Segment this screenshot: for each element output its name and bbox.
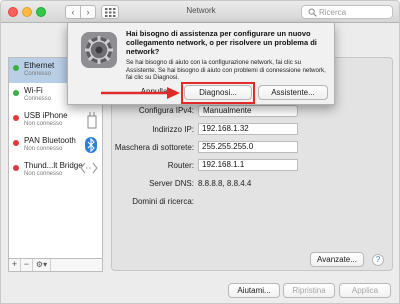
router-label: Router: (167, 161, 194, 170)
toolbar: ‹ › Network Ricerca (1, 1, 399, 23)
chevron-left-icon: ‹ (71, 7, 75, 17)
service-name: PAN Bluetooth (24, 136, 76, 145)
service-status: Non connesso (24, 171, 63, 177)
router-field[interactable]: 192.168.1.1 (198, 159, 298, 171)
dialog-message: Se hai bisogno di aiuto con la configura… (126, 59, 326, 82)
dns-server-label: Server DNS: (149, 179, 194, 188)
assist-me-button[interactable]: Aiutami... (228, 283, 280, 298)
status-dot (13, 140, 19, 146)
status-dot (13, 165, 19, 171)
status-dot (13, 115, 19, 121)
assistant-button[interactable]: Assistente... (258, 85, 328, 100)
chevron-right-icon: › (86, 7, 90, 17)
service-status: Non connesso (24, 121, 63, 127)
diagnose-highlight-box (181, 82, 255, 104)
forward-button[interactable]: › (80, 5, 96, 19)
service-item-usb-iphone[interactable]: USB iPhone Non connesso (9, 108, 102, 133)
service-name: USB iPhone (24, 111, 68, 120)
service-name: Thund...lt Bridge (24, 161, 83, 170)
configure-ipv4-label: Configura IPv4: (138, 106, 194, 115)
action-menu-button[interactable]: ⚙▾ (33, 259, 51, 271)
search-icon (308, 8, 317, 17)
ip-address-field[interactable]: 192.168.1.32 (198, 123, 298, 135)
revert-button[interactable]: Ripristina (283, 283, 335, 298)
service-name: Ethernet (24, 61, 55, 70)
service-status: Connesso (24, 96, 52, 102)
network-preferences-window: ‹ › Network Ricerca Ethernet Connesso Wi… (0, 0, 400, 304)
status-dot (13, 90, 19, 96)
advanced-button[interactable]: Avanzate... (310, 252, 364, 267)
back-button[interactable]: ‹ (65, 5, 81, 19)
bridge-icon (80, 162, 98, 174)
service-name: Wi-Fi (24, 86, 43, 95)
service-status: Non connesso (24, 146, 63, 152)
minimize-window-button[interactable] (22, 7, 32, 17)
close-window-button[interactable] (8, 7, 18, 17)
annotation-arrow-icon (101, 87, 180, 99)
service-list-toolbar: + − ⚙▾ (8, 259, 103, 272)
subnet-mask-field[interactable]: 255.255.255.0 (198, 141, 298, 153)
service-status: Connesso (24, 71, 52, 77)
zoom-window-button[interactable] (36, 7, 46, 17)
help-button[interactable]: ? (372, 254, 384, 266)
service-item-thunderbolt-bridge[interactable]: Thund...lt Bridge Non connesso (9, 158, 102, 183)
bluetooth-icon (85, 137, 97, 153)
search-domains-label: Domini di ricerca: (132, 197, 194, 206)
service-item-pan-bluetooth[interactable]: PAN Bluetooth Non connesso (9, 133, 102, 158)
status-dot (13, 65, 19, 71)
add-service-button[interactable]: + (9, 259, 21, 271)
show-all-button[interactable] (101, 5, 119, 19)
window-title: Network (186, 6, 216, 15)
phone-icon (87, 112, 97, 129)
apply-button[interactable]: Applica (339, 283, 391, 298)
grid-icon (105, 8, 116, 17)
dns-server-value: 8.8.8.8, 8.8.4.4 (198, 179, 252, 188)
search-field[interactable]: Ricerca (301, 5, 393, 19)
search-placeholder: Ricerca (319, 8, 347, 17)
system-preferences-gear-icon (81, 32, 117, 68)
ip-address-label: Indirizzo IP: (152, 125, 194, 134)
dialog-title: Hai bisogno di assistenza per configurar… (126, 29, 317, 56)
subnet-mask-label: Maschera di sottorete: (114, 143, 194, 152)
remove-service-button[interactable]: − (21, 259, 33, 271)
configure-ipv4-select[interactable]: Manualmente (198, 105, 298, 117)
